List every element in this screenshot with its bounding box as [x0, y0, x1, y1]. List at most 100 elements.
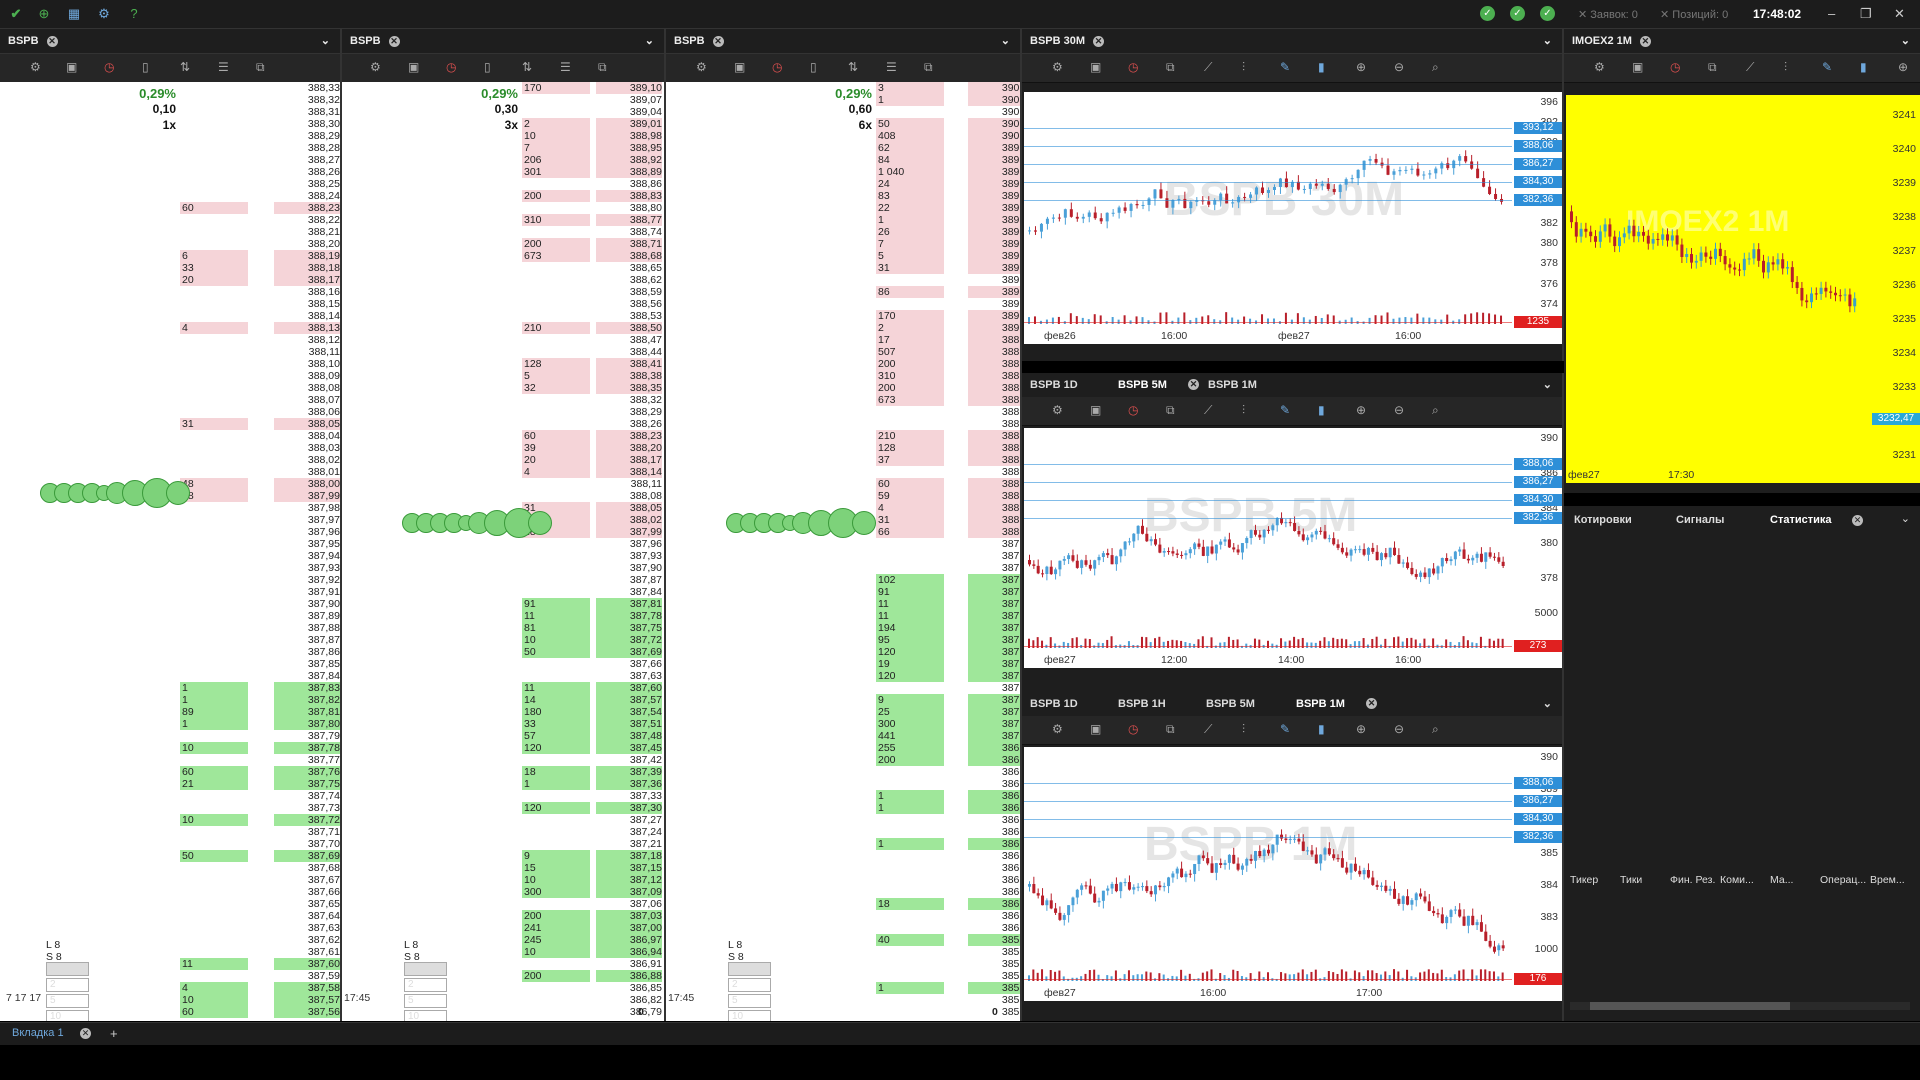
close-icon[interactable]: ✕ — [712, 35, 724, 47]
orderbook-row[interactable]: 387,95 — [0, 538, 340, 550]
panel-header[interactable]: BSPB ✕ ⌄ — [666, 29, 1020, 54]
orderbook-row[interactable]: 37 388,38 — [666, 454, 1020, 466]
settings-icon[interactable]: ⚙ — [370, 60, 381, 74]
document-icon[interactable]: ▯ — [810, 60, 817, 74]
orderbook-row[interactable]: 20 388,17 — [342, 454, 664, 466]
orderbook-row[interactable]: 10 387,72 — [342, 634, 664, 646]
orderbook-row[interactable]: 310 388,77 — [342, 214, 664, 226]
orderbook-row[interactable]: 388,29 — [0, 130, 340, 142]
close-icon[interactable]: ✕ — [1639, 35, 1651, 47]
orderbook-row[interactable]: 5 388,38 — [342, 370, 664, 382]
orderbook-row[interactable]: 387,33 — [342, 790, 664, 802]
orderbook-row[interactable]: 300 387,06 — [666, 718, 1020, 730]
sort-icon[interactable]: ⇅ — [522, 60, 532, 74]
orderbook-row[interactable]: 388,62 — [666, 406, 1020, 418]
orderbook-row[interactable]: 387,63 — [0, 922, 340, 934]
orderbook-row[interactable]: 11 387,60 — [666, 610, 1020, 622]
orderbook-row[interactable]: 32 388,35 — [342, 382, 664, 394]
lot-size-option[interactable]: 5 — [728, 994, 771, 1008]
chevron-down-icon[interactable]: ⌄ — [321, 29, 330, 53]
orderbook-row[interactable]: 387,91 — [0, 586, 340, 598]
settings-icon[interactable]: ⚙ — [1052, 722, 1063, 736]
horizontal-scrollbar[interactable] — [1570, 1002, 1910, 1010]
table-icon[interactable]: ▦ — [66, 6, 82, 22]
lot-size-option[interactable]: 10 — [46, 1010, 89, 1021]
orderbook-row[interactable]: 387,87 — [342, 574, 664, 586]
bar-chart-icon[interactable]: ▮ — [1318, 60, 1325, 74]
orderbook-row[interactable]: 388,01 — [0, 466, 340, 478]
column-header[interactable]: Фин. Рез. — [1670, 874, 1715, 886]
settings-icon[interactable]: ⚙ — [696, 60, 707, 74]
panel-header[interactable]: BSPB ✕ ⌄ — [342, 29, 664, 54]
orderbook-row[interactable]: 387,27 — [342, 814, 664, 826]
orderbook-row[interactable]: 33 387,51 — [342, 718, 664, 730]
tab-bspb-1d[interactable]: BSPB 1D — [1030, 692, 1078, 716]
orderbook-row[interactable]: 2 389,04 — [666, 322, 1020, 334]
orderbook-row[interactable]: 388,06 — [0, 406, 340, 418]
orderbook-row[interactable]: 62 389,94 — [666, 142, 1020, 154]
orderbook-row[interactable]: 210 388,50 — [342, 322, 664, 334]
orderbook-row[interactable]: 388,02 — [0, 454, 340, 466]
lot-size-option[interactable]: 10 — [728, 1010, 771, 1021]
tab-bspb-1h[interactable]: BSPB 1H — [1118, 692, 1166, 716]
orderbook-row[interactable]: 59 388,20 — [666, 490, 1020, 502]
orderbook-row[interactable]: 388,74 — [342, 226, 664, 238]
clock-icon[interactable]: ◷ — [1128, 722, 1138, 736]
orderbook-row[interactable]: 388,31 — [0, 106, 340, 118]
zoom-out-icon[interactable]: ⊖ — [1394, 403, 1404, 417]
briefcase-icon[interactable]: ▣ — [66, 60, 77, 74]
orderbook-row[interactable]: 387,97 — [0, 514, 340, 526]
orderbook-row[interactable]: 387,88 — [0, 622, 340, 634]
settings-icon[interactable]: ⚙ — [1052, 60, 1063, 74]
price-chart[interactable]: BSPB 1M 3903893873853843831000388,06386,… — [1024, 747, 1562, 1001]
orderbook-row[interactable]: 387,70 — [0, 838, 340, 850]
orderbook-row[interactable]: 386,34 — [666, 862, 1020, 874]
orderbook-row[interactable]: 17 388,98 — [666, 334, 1020, 346]
orderbook-row[interactable]: 10 387,72 — [0, 814, 340, 826]
orderbook-row[interactable]: 120 387,30 — [666, 670, 1020, 682]
orderbook-row[interactable]: 388,53 — [342, 310, 664, 322]
clock-icon[interactable]: ◷ — [446, 60, 456, 74]
orderbook-row[interactable]: 194 387,54 — [666, 622, 1020, 634]
chevron-down-icon[interactable]: ⌄ — [1001, 29, 1010, 53]
orderbook-row[interactable]: 2 389,01 — [342, 118, 664, 130]
orderbook-row[interactable]: 386,52 — [666, 826, 1020, 838]
orderbook-row[interactable]: 301 388,89 — [342, 166, 664, 178]
brush-icon[interactable]: ✎ — [1280, 60, 1290, 74]
orderbook-row[interactable]: 60 387,76 — [0, 766, 340, 778]
lot-size-option[interactable]: 2 — [46, 978, 89, 992]
settings-icon[interactable]: ⚙ — [1052, 403, 1063, 417]
orderbook-row[interactable]: 50 390,06 — [666, 118, 1020, 130]
price-chart[interactable]: BSPB 30M 3963923903883863843823803783763… — [1024, 92, 1562, 344]
orderbook-row[interactable]: 388,11 — [0, 346, 340, 358]
orderbook-row[interactable]: 388,20 — [0, 238, 340, 250]
orderbook-row[interactable]: 200 388,71 — [342, 238, 664, 250]
list-icon[interactable]: ☰ — [218, 60, 229, 74]
orderbook-row[interactable]: 388,62 — [342, 274, 664, 286]
orderbook-row[interactable]: 102 387,78 — [666, 574, 1020, 586]
settings-icon[interactable]: ⚙ — [30, 60, 41, 74]
orderbook-row[interactable]: 120 387,30 — [342, 802, 664, 814]
orderbook-row[interactable]: 387,98 — [0, 502, 340, 514]
chevron-down-icon[interactable]: ⌄ — [1901, 29, 1910, 53]
orderbook-row[interactable]: 86 389,22 — [666, 286, 1020, 298]
price-chart[interactable]: IMOEX2 1M 3241 3240 3239 3238 3237 3236 3235 32… — [1566, 95, 1920, 483]
chevron-down-icon[interactable]: ⌄ — [1543, 29, 1552, 53]
orderbook-row[interactable]: 386,04 — [666, 922, 1020, 934]
orderbook-row[interactable]: 310 388,80 — [666, 370, 1020, 382]
orderbook-row[interactable]: 388,86 — [342, 178, 664, 190]
briefcase-icon[interactable]: ▣ — [734, 60, 745, 74]
orderbook-row[interactable]: 9 387,18 — [666, 694, 1020, 706]
tab-bspb-1m[interactable]: BSPB 1M — [1296, 692, 1345, 716]
orderbook-row[interactable]: 200 388,86 — [666, 358, 1020, 370]
orderbook-row[interactable]: 387,96 — [342, 538, 664, 550]
briefcase-icon[interactable]: ▣ — [1090, 722, 1101, 736]
orderbook-row[interactable]: 387,77 — [0, 754, 340, 766]
orderbook-row[interactable]: 387,65 — [0, 898, 340, 910]
tab-bspb-1d[interactable]: BSPB 1D — [1030, 373, 1078, 397]
lot-size-option[interactable]: 5 — [46, 994, 89, 1008]
orderbook-row[interactable]: 180 387,54 — [342, 706, 664, 718]
orderbook-row[interactable]: 387,68 — [0, 862, 340, 874]
orderbook-row[interactable]: 387,87 — [0, 634, 340, 646]
orderbook-row[interactable]: 387,92 — [0, 574, 340, 586]
